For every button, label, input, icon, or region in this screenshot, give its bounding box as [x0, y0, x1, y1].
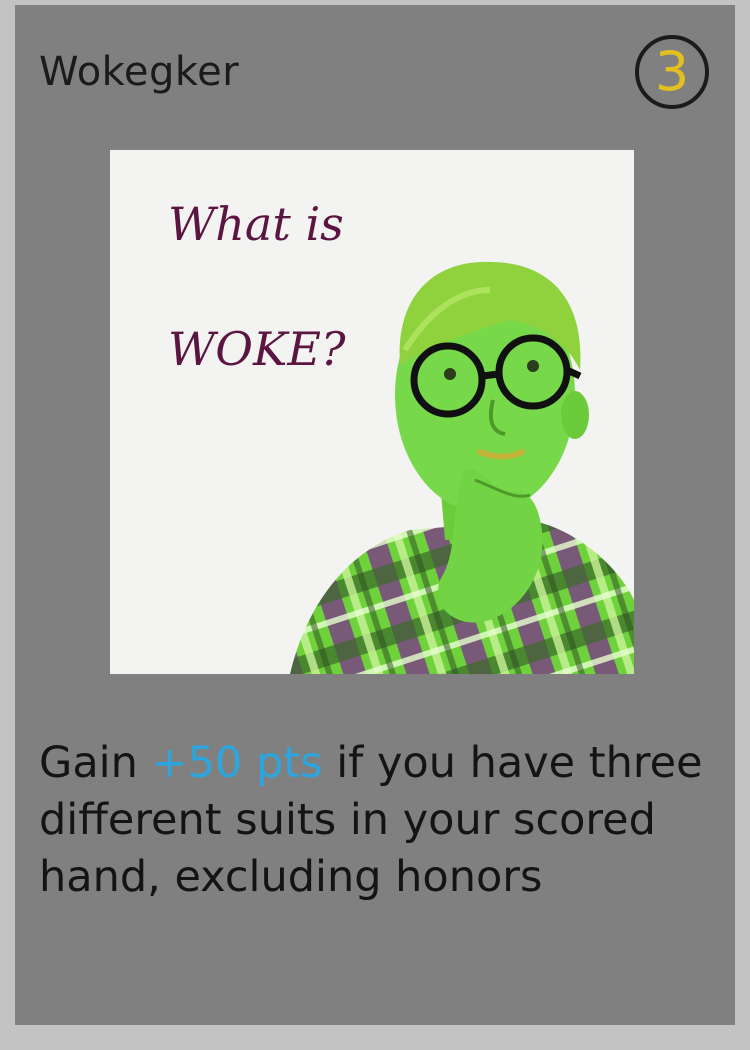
card-rules-text: Gain +50 pts if you have three different…: [39, 735, 719, 906]
cost-value: 3: [654, 40, 690, 103]
art-caption-line2: WOKE?: [168, 322, 346, 376]
points-highlight: +50 pts: [151, 738, 323, 788]
game-card[interactable]: Wokegker 3 What is WOKE? Gain +50 pts if…: [15, 5, 735, 1025]
cost-badge: 3: [635, 35, 709, 109]
rules-prefix: Gain: [39, 738, 152, 788]
card-artwork: What is WOKE?: [110, 150, 634, 674]
art-caption-line1: What is: [168, 197, 344, 251]
card-title: Wokegker: [39, 49, 240, 95]
thinking-boy-illustration: What is WOKE?: [110, 150, 634, 674]
